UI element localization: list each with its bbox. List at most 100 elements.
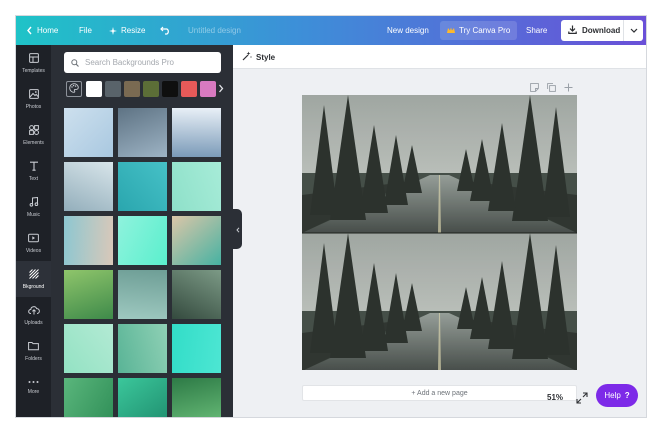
nav-item-elements[interactable]: Elements [16, 117, 51, 153]
style-button[interactable]: Style [242, 45, 275, 69]
design-title-text: Untitled design [188, 26, 241, 35]
nav-label: Music [26, 211, 41, 218]
more-icon [28, 380, 39, 386]
background-icon [28, 268, 39, 281]
swatches-next-button[interactable] [215, 81, 227, 97]
home-button[interactable]: Home [26, 16, 58, 45]
text-icon [29, 161, 39, 173]
resize-label: Resize [121, 26, 146, 35]
background-thumbnail[interactable] [64, 324, 113, 373]
background-thumbnail[interactable] [64, 270, 113, 319]
question-mark-icon: ? [624, 391, 630, 400]
background-thumbnail[interactable] [64, 108, 113, 157]
elements-icon [28, 124, 39, 137]
nav-label: Photos [25, 103, 42, 110]
background-thumbnail[interactable] [118, 108, 167, 157]
new-design-label: New design [387, 26, 429, 35]
background-thumbnail[interactable] [118, 162, 167, 211]
nav-label: Elements [23, 139, 44, 146]
nav-item-more[interactable]: More [16, 369, 51, 405]
try-canva-pro-button[interactable]: Try Canva Pro [440, 21, 518, 40]
search-box [64, 52, 221, 73]
music-icon [29, 196, 39, 209]
nav-item-music[interactable]: Music [16, 189, 51, 225]
nav-label: More [27, 388, 40, 395]
color-swatch[interactable] [105, 81, 121, 97]
nav-label: Folders [25, 355, 42, 362]
chevron-left-icon [235, 220, 240, 238]
new-design-button[interactable]: New design [387, 16, 429, 45]
top-bar: Home File Resize Untitled design New des… [16, 16, 646, 45]
nav-label: Videos [25, 247, 42, 254]
sparkle-icon [109, 26, 117, 35]
videos-icon [28, 233, 39, 245]
nav-label: Uploads [24, 319, 43, 326]
palette-icon [69, 80, 79, 98]
side-nav: Templates Photos Elements Text Music Vid… [16, 45, 51, 417]
color-swatch[interactable] [200, 81, 216, 97]
download-options-button[interactable] [623, 20, 643, 41]
search-input[interactable] [85, 58, 215, 67]
chevron-left-icon [26, 26, 33, 35]
background-thumbnail[interactable] [172, 108, 221, 157]
color-swatch[interactable] [162, 81, 178, 97]
background-thumbnail[interactable] [172, 378, 221, 417]
file-menu-button[interactable]: File [79, 16, 92, 45]
nav-item-text[interactable]: Text [16, 153, 51, 189]
uploads-icon [27, 305, 40, 317]
fullscreen-icon[interactable] [576, 391, 588, 404]
photos-icon [28, 88, 39, 101]
crown-icon [447, 27, 455, 34]
style-label: Style [256, 52, 276, 62]
download-icon [568, 25, 577, 36]
nav-item-folders[interactable]: Folders [16, 333, 51, 369]
background-thumbnail[interactable] [118, 216, 167, 265]
resize-button[interactable]: Resize [109, 16, 145, 45]
design-canvas[interactable] [302, 95, 577, 370]
canva-window: Home File Resize Untitled design New des… [16, 16, 646, 417]
background-thumbnail[interactable] [172, 324, 221, 373]
collapse-panel-button[interactable] [233, 209, 242, 249]
color-swatch[interactable] [86, 81, 102, 97]
editor-toolbar: Style [233, 45, 646, 69]
download-button[interactable]: Download [561, 20, 623, 41]
design-title[interactable]: Untitled design [188, 16, 241, 45]
help-button[interactable]: Help ? [596, 384, 638, 407]
folders-icon [28, 341, 39, 353]
nav-item-videos[interactable]: Videos [16, 225, 51, 261]
search-icon [71, 54, 79, 72]
undo-button[interactable] [160, 16, 171, 45]
backgrounds-panel [51, 45, 233, 417]
download-group: Download [561, 20, 643, 41]
nav-item-uploads[interactable]: Uploads [16, 297, 51, 333]
background-thumbnail[interactable] [64, 216, 113, 265]
nav-label: Templates [22, 67, 45, 74]
share-button[interactable]: Share [526, 16, 547, 45]
help-label: Help [604, 391, 621, 400]
background-thumbnail[interactable] [64, 162, 113, 211]
nav-item-templates[interactable]: Templates [16, 45, 51, 81]
zoom-level[interactable]: 51% [547, 393, 563, 402]
color-swatch[interactable] [143, 81, 159, 97]
background-thumbnail[interactable] [64, 378, 113, 417]
templates-icon [28, 52, 39, 65]
background-thumbnail[interactable] [118, 270, 167, 319]
nav-item-photos[interactable]: Photos [16, 81, 51, 117]
color-swatch[interactable] [181, 81, 197, 97]
add-new-page-button[interactable]: + Add a new page [302, 385, 577, 401]
background-thumbnail[interactable] [172, 162, 221, 211]
color-swatch[interactable] [124, 81, 140, 97]
forest-road-photo [302, 95, 577, 370]
file-label: File [79, 26, 92, 35]
nav-item-background[interactable]: Bkground [16, 261, 51, 297]
background-thumbnail[interactable] [118, 324, 167, 373]
download-label: Download [582, 26, 621, 35]
magic-sparkle-icon [242, 51, 252, 63]
background-thumbnail[interactable] [172, 270, 221, 319]
background-thumbnail[interactable] [172, 216, 221, 265]
color-picker-button[interactable] [66, 81, 82, 97]
chevron-down-icon [630, 26, 638, 35]
background-thumbnail[interactable] [118, 378, 167, 417]
nav-label: Bkground [22, 283, 45, 290]
undo-icon [160, 26, 171, 35]
